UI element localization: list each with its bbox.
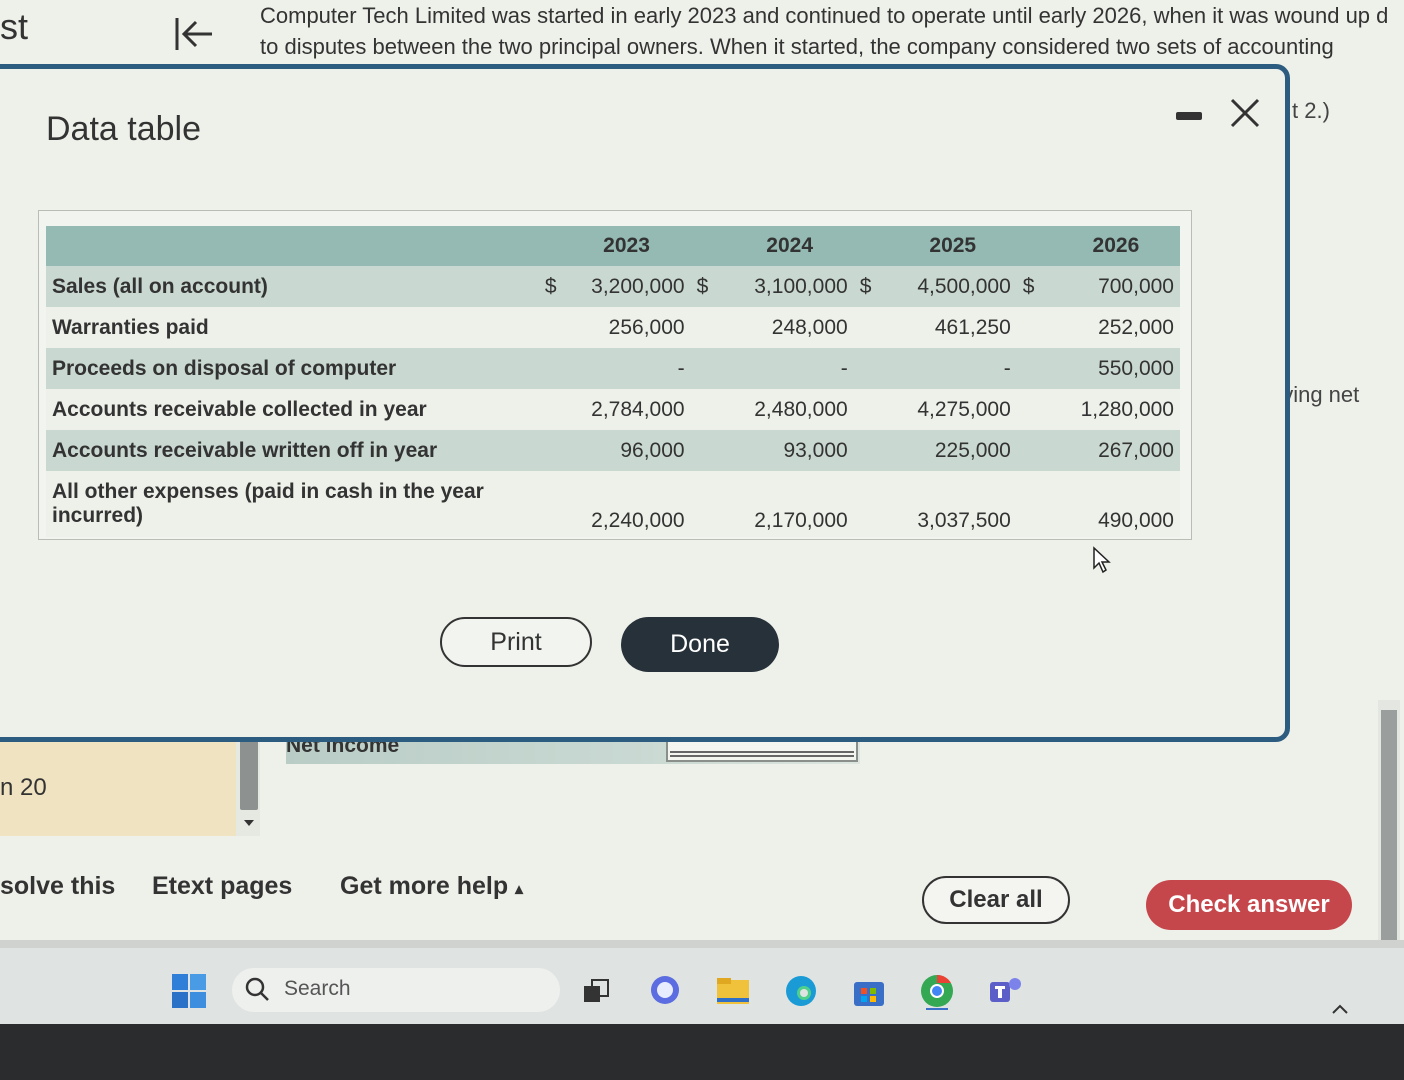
task-view-icon[interactable] (578, 972, 616, 1010)
table-cell: 256,000 (562, 307, 691, 348)
check-answer-button[interactable]: Check answer (1146, 880, 1352, 930)
table-header-spacer (690, 226, 726, 266)
table-cell: 2,240,000 (562, 471, 691, 537)
back-to-start-icon[interactable] (172, 14, 216, 54)
chat-icon[interactable] (646, 972, 684, 1010)
page-fragment-left: st (0, 6, 29, 47)
taskbar (0, 948, 1404, 1028)
page-fragment-right-1: t 2.) (1292, 98, 1330, 123)
currency-symbol: $ (527, 266, 563, 307)
chrome-icon[interactable] (918, 972, 956, 1010)
close-icon[interactable] (1228, 96, 1262, 130)
table-cell: 3,200,000 (562, 266, 691, 307)
get-more-help-link[interactable]: Get more help ▴ (340, 872, 523, 901)
table-header-year: 2023 (562, 226, 691, 266)
caret-up-icon: ▴ (515, 881, 524, 898)
done-button[interactable]: Done (621, 617, 779, 672)
table-cell: 225,000 (888, 430, 1017, 471)
minimize-icon[interactable] (1176, 112, 1202, 120)
table-row: Accounts receivable collected in year 2,… (46, 389, 1180, 430)
table-cell: 96,000 (562, 430, 691, 471)
currency-symbol: $ (853, 266, 889, 307)
etext-pages-link[interactable]: Etext pages (152, 872, 292, 901)
search-placeholder: Search (284, 977, 351, 1000)
table-cell: 4,500,000 (888, 266, 1017, 307)
table-cell: 4,275,000 (888, 389, 1017, 430)
table-header-spacer (1016, 226, 1052, 266)
currency-symbol: $ (1016, 266, 1052, 307)
mouse-cursor-icon (1093, 546, 1111, 574)
edge-browser-icon[interactable] (782, 972, 820, 1010)
table-cell: 550,000 (1051, 348, 1180, 389)
table-row: All other expenses (paid in cash in the … (46, 471, 1180, 537)
dialog-title: Data table (46, 110, 201, 148)
table-cell: - (888, 348, 1017, 389)
table-cell: 1,280,000 (1051, 389, 1180, 430)
table-row: Accounts receivable written off in year … (46, 430, 1180, 471)
table-header-year: 2024 (725, 226, 854, 266)
row-label: All other expenses (paid in cash in the … (46, 471, 528, 537)
table-cell: 461,250 (888, 307, 1017, 348)
table-cell: 2,170,000 (725, 471, 854, 537)
table-cell: 700,000 (1051, 266, 1180, 307)
table-header-year: 2025 (888, 226, 1017, 266)
table-cell: 2,784,000 (562, 389, 691, 430)
table-row: Proceeds on disposal of computer - - - 5… (46, 348, 1180, 389)
row-label: Sales (all on account) (46, 266, 528, 307)
row-label: Accounts receivable written off in year (46, 430, 528, 471)
table-cell: - (562, 348, 691, 389)
problem-statement: Computer Tech Limited was started in ear… (260, 0, 1404, 62)
table-cell: 3,037,500 (888, 471, 1017, 537)
table-header-label (46, 226, 528, 266)
page-scroll-thumb[interactable] (1381, 710, 1397, 940)
taskbar-search[interactable]: Search (232, 968, 560, 1012)
currency-symbol: $ (690, 266, 726, 307)
search-icon (245, 977, 269, 1001)
table-row: Warranties paid 256,000 248,000 461,250 … (46, 307, 1180, 348)
table-cell: 267,000 (1051, 430, 1180, 471)
problem-text-line-2: to disputes between the two principal ow… (260, 34, 1334, 59)
table-cell: 93,000 (725, 430, 854, 471)
table-cell: 490,000 (1051, 471, 1180, 537)
table-header-row: 2023 2024 2025 2026 (46, 226, 1180, 266)
table-cell: - (725, 348, 854, 389)
teams-icon[interactable] (986, 972, 1024, 1010)
monitor-bezel (0, 1024, 1404, 1080)
clear-all-button[interactable]: Clear all (922, 876, 1070, 924)
table-cell: 2,480,000 (725, 389, 854, 430)
panel-number: n 20 (0, 774, 47, 801)
get-more-help-label: Get more help (340, 872, 509, 900)
problem-text-line-1: Computer Tech Limited was started in ear… (260, 3, 1389, 28)
chevron-up-icon[interactable] (1330, 1002, 1350, 1016)
row-label: Warranties paid (46, 307, 528, 348)
data-table: 2023 2024 2025 2026 Sales (all on accoun… (46, 226, 1180, 537)
table-row: Sales (all on account) $ 3,200,000 $ 3,1… (46, 266, 1180, 307)
table-cell: 252,000 (1051, 307, 1180, 348)
file-explorer-icon[interactable] (714, 972, 752, 1010)
table-header-spacer (853, 226, 889, 266)
row-label: Proceeds on disposal of computer (46, 348, 528, 389)
solve-this-link[interactable]: solve this (0, 872, 115, 901)
print-button[interactable]: Print (440, 617, 592, 667)
store-icon[interactable] (850, 972, 888, 1010)
table-cell: 248,000 (725, 307, 854, 348)
windows-start-icon[interactable] (170, 972, 208, 1010)
table-header-year: 2026 (1051, 226, 1180, 266)
scroll-down-icon[interactable] (243, 818, 255, 828)
table-header-spacer (527, 226, 563, 266)
row-label: Accounts receivable collected in year (46, 389, 528, 430)
table-cell: 3,100,000 (725, 266, 854, 307)
page-divider (0, 940, 1404, 948)
